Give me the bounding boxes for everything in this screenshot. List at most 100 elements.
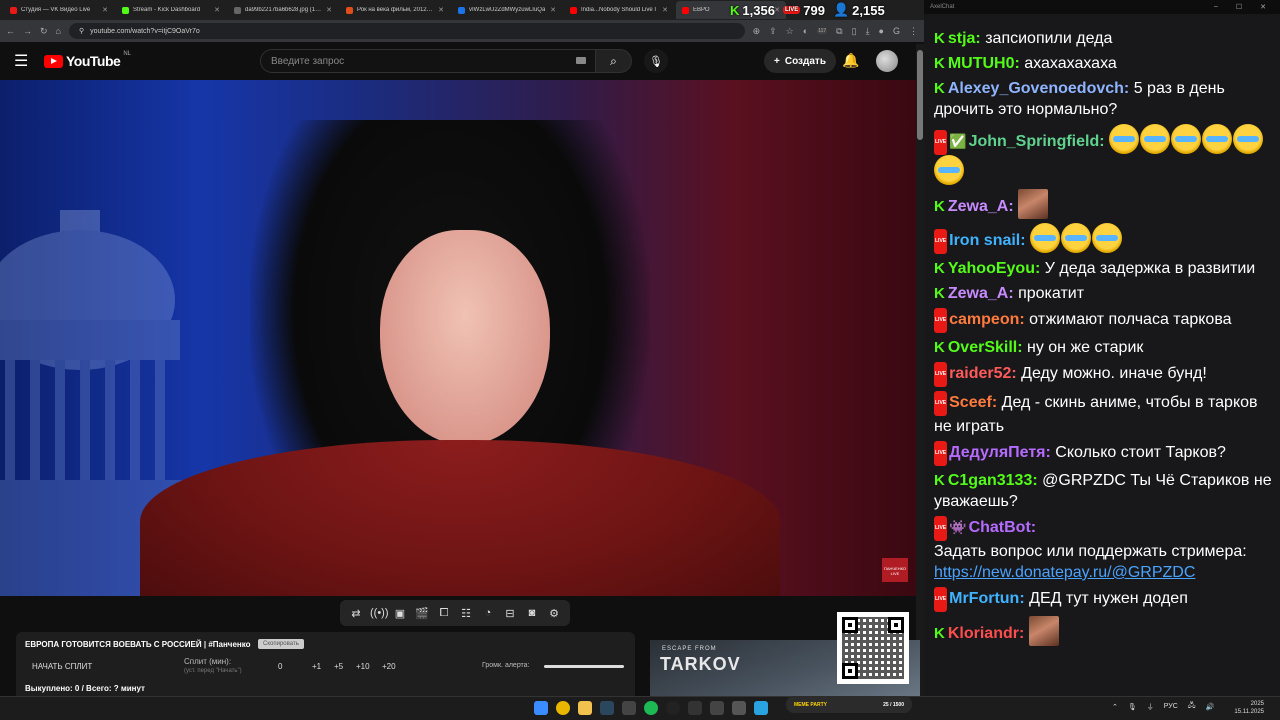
chat-username[interactable]: MUTUH0 (948, 55, 1015, 72)
create-button[interactable]: + Создать (764, 49, 836, 73)
loop-icon[interactable]: ⇄ (348, 607, 364, 620)
sidebar-icon[interactable]: ▯ (852, 26, 857, 37)
browser-tab[interactable]: da99b2217ba6b628.jpg (1314 ✕ (228, 1, 338, 19)
chrome-icon[interactable] (556, 701, 570, 715)
app-icon-10[interactable] (732, 701, 746, 715)
obs-icon[interactable] (666, 701, 680, 715)
hamburger-menu-icon[interactable]: ☰ (14, 51, 38, 71)
share-icon[interactable]: ⇪ (769, 26, 777, 37)
forward-icon[interactable]: → (23, 26, 32, 36)
google-icon[interactable]: G (893, 26, 900, 36)
chat-username[interactable]: Kloriandr (948, 625, 1019, 642)
bookmark-star-icon[interactable]: ☆ (786, 26, 794, 37)
start-icon[interactable] (534, 701, 548, 715)
split-plus-5-button[interactable]: +5 (334, 662, 343, 671)
tab-close-icon[interactable]: ✕ (550, 6, 556, 14)
video-player[interactable]: ПАНЧЕНКО LIVE (0, 80, 916, 596)
donation-link[interactable]: https://new.donatepay.ru/@GRPZDC (934, 564, 1195, 581)
split-plus-20-button[interactable]: +20 (382, 662, 396, 671)
browser-tab[interactable]: Рок на века фильм, 2012, дат ✕ (340, 1, 450, 19)
tab-close-icon[interactable]: ✕ (102, 6, 108, 14)
chat-username[interactable]: Zewa_A (948, 198, 1008, 215)
tab-close-icon[interactable]: ✕ (326, 6, 332, 14)
browser-tab[interactable]: vIWzLwU2ZdMWyzuwLIuQa ✕ (452, 1, 562, 19)
reload-icon[interactable]: ↻ (40, 26, 48, 37)
chat-username[interactable]: OverSkill (948, 339, 1017, 356)
split-plus-1-button[interactable]: +1 (312, 662, 321, 671)
browser-menu-icon[interactable]: ⋮ (909, 26, 918, 37)
page-scrollbar-thumb[interactable] (917, 50, 923, 140)
app-icon-8[interactable] (688, 701, 702, 715)
chat-panel[interactable]: Kstja: запсиопили деда K MUTUH0: ахахахаха… (924, 14, 1280, 696)
maximize-icon[interactable]: ☐ (1236, 3, 1242, 11)
pip-icon[interactable]: ⧠ (436, 607, 452, 620)
tab-close-icon[interactable]: ✕ (214, 6, 220, 14)
audio-icon[interactable]: ((•)) (370, 607, 389, 619)
taskbar-clock[interactable]: 2025 15.11.2025 (1228, 700, 1264, 716)
notifications-bell-icon[interactable]: 🔔 (842, 52, 859, 69)
chat-username[interactable]: stja (948, 30, 976, 47)
spotify-icon[interactable] (644, 701, 658, 715)
chat-username[interactable]: raider52 (949, 365, 1011, 382)
chat-username[interactable]: YahooEyou (948, 260, 1035, 277)
chat-username[interactable]: ДедуляПетя (949, 444, 1045, 461)
extensions-puzzle-icon[interactable]: ⧉ (836, 26, 842, 37)
browser-tab[interactable]: Stream - Kick Dashboard ✕ (116, 1, 226, 19)
steam-icon[interactable] (600, 701, 614, 715)
cinema-icon[interactable]: ⊟ (502, 607, 518, 620)
chat-username[interactable]: campeon (949, 311, 1019, 328)
chat-username[interactable]: Iron snail (949, 232, 1020, 249)
split-plus-10-button[interactable]: +10 (356, 662, 370, 671)
start-split-button[interactable]: НАЧАТЬ СПЛИТ (32, 662, 92, 671)
app-icon-5[interactable] (622, 701, 636, 715)
tray-usb-icon[interactable]: ⏚ (1147, 702, 1154, 712)
zoom-icon[interactable]: ⊕ (753, 26, 761, 37)
kick-platform-icon: K (934, 30, 945, 47)
network-icon[interactable]: 🖧 (1188, 701, 1196, 712)
viewers-icon: 👤 (832, 2, 850, 17)
site-info-icon[interactable]: ⚲ (79, 27, 84, 35)
clapper-icon[interactable]: 🎬 (414, 607, 430, 620)
telegram-icon[interactable] (754, 701, 768, 715)
chat-username[interactable]: C1gan3133 (948, 472, 1033, 489)
keyboard-icon[interactable] (576, 57, 586, 64)
browser-tab[interactable]: India...Nobody Should Live I ✕ (564, 1, 674, 19)
chat-username[interactable]: ChatBot (969, 519, 1031, 536)
home-icon[interactable]: ⌂ (56, 26, 61, 36)
chat-username[interactable]: John_Springfield (969, 133, 1100, 150)
close-icon[interactable]: ✕ (1260, 3, 1266, 11)
chat-username[interactable]: MrFortun (949, 590, 1019, 607)
voice-search-button[interactable]: 🎙 (644, 49, 668, 73)
alert-volume-slider[interactable] (544, 665, 624, 668)
browser-tab[interactable]: Студия — VK Видео Live ✕ (4, 1, 114, 19)
tab-close-icon[interactable]: ✕ (438, 6, 444, 14)
language-indicator[interactable]: РУС (1164, 703, 1178, 710)
page-scrollbar[interactable] (916, 44, 924, 696)
camera-icon[interactable]: ◙ (524, 607, 540, 619)
youtube-logo[interactable]: YouTube NL (44, 51, 131, 69)
file-explorer-icon[interactable] (578, 701, 592, 715)
chat-username[interactable]: Zewa_A (948, 285, 1008, 302)
url-field[interactable]: ⚲ youtube.com/watch?v=itjC9OaVr7o (68, 23, 745, 39)
filter-icon[interactable]: ☷ (458, 607, 474, 620)
chat-username[interactable]: Sceef (949, 394, 992, 411)
avatar[interactable] (876, 50, 898, 72)
minimize-icon[interactable]: – (1214, 3, 1218, 11)
tab-close-icon[interactable]: ✕ (662, 6, 668, 14)
speed-icon[interactable]: ◔ (480, 607, 496, 619)
extension-icon[interactable]: ◐ (803, 26, 808, 36)
tray-chevron-icon[interactable]: ⌃ (1112, 703, 1118, 711)
profile-icon[interactable]: ● (879, 26, 884, 36)
media-player-icon[interactable] (710, 701, 724, 715)
search-input[interactable] (260, 49, 596, 73)
download-icon[interactable]: ⤓ (866, 26, 870, 37)
search-button[interactable]: ⌕ (596, 49, 632, 73)
qr-finder-tr (888, 617, 904, 633)
chat-username[interactable]: Alexey_Govenoedovch (948, 80, 1124, 97)
volume-icon[interactable]: 🔊 (1206, 703, 1215, 711)
settings-gear-icon[interactable]: ⚙ (546, 607, 562, 620)
screenshot-icon[interactable]: ▣ (392, 607, 408, 620)
back-icon[interactable]: ← (6, 26, 15, 36)
tray-mic-icon[interactable]: 🎙 (1128, 703, 1137, 711)
copy-title-pill[interactable]: Скопировать (258, 639, 304, 649)
